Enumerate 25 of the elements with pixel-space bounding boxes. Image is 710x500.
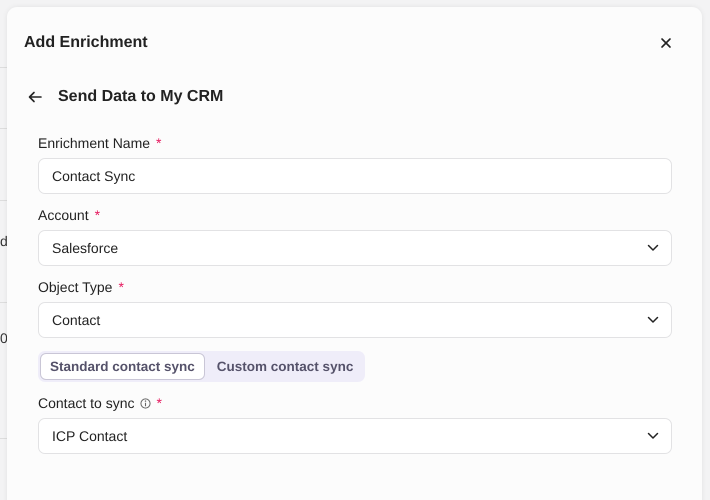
required-asterisk: * (118, 279, 124, 295)
select-dropdown[interactable]: Contact (38, 302, 672, 338)
field-label: Object Type (38, 279, 112, 295)
required-asterisk: * (156, 395, 162, 411)
text-input[interactable]: Contact Sync (38, 158, 672, 194)
chevron-down-icon (647, 244, 659, 252)
field-label: Contact to sync (38, 395, 134, 411)
background-text: d (0, 233, 8, 249)
background-text: 0 (0, 330, 8, 346)
field-label: Enrichment Name (38, 135, 150, 151)
chevron-down-icon (647, 432, 659, 440)
select-dropdown[interactable]: Salesforce (38, 230, 672, 266)
chevron-down-icon (647, 316, 659, 324)
field-label: Account (38, 207, 89, 223)
segment-tab[interactable]: Custom contact sync (206, 353, 364, 380)
segment-tab[interactable]: Standard contact sync (40, 353, 205, 380)
required-asterisk: * (156, 135, 162, 151)
dialog-title: Add Enrichment (24, 34, 148, 52)
back-button[interactable] (28, 91, 42, 103)
section-heading: Send Data to My CRM (58, 88, 224, 106)
info-icon[interactable] (140, 398, 150, 408)
back-arrow-icon (28, 91, 42, 103)
select-dropdown[interactable]: ICP Contact (38, 418, 672, 454)
required-asterisk: * (94, 207, 100, 223)
close-icon (660, 37, 672, 49)
